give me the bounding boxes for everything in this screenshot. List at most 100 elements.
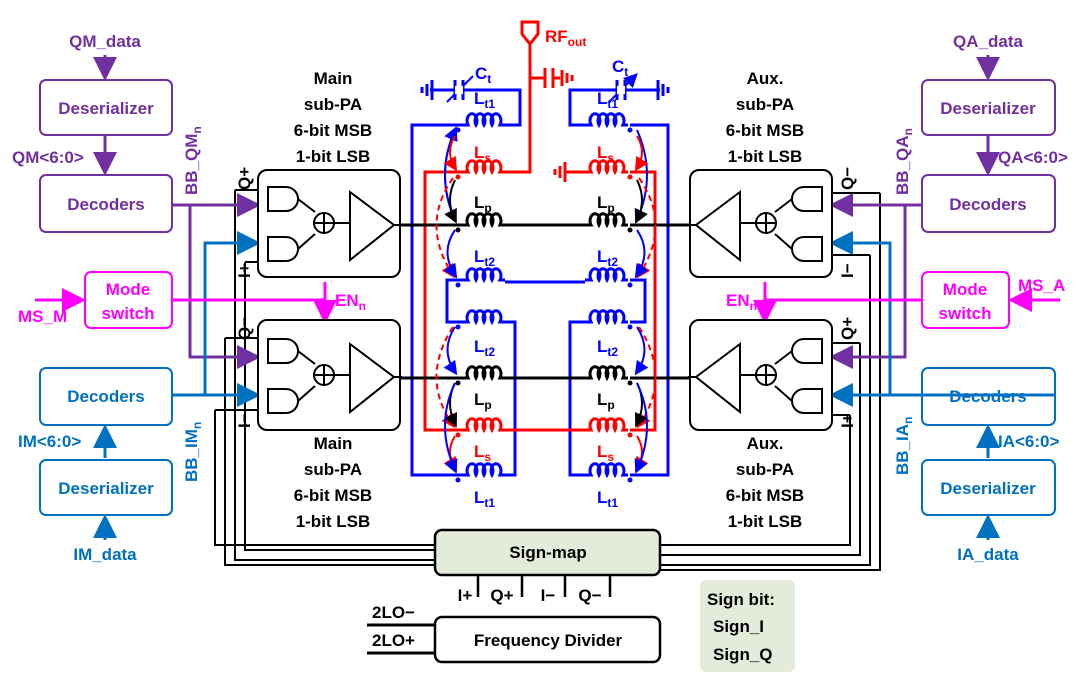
left-lt1-polarity-dot	[455, 127, 461, 133]
lo-minus-label: 2LO−	[372, 603, 415, 622]
right-lt1-inductor	[585, 112, 628, 129]
rf-out-pad	[520, 20, 540, 47]
aux-pa-bottom-title-2: sub-PA	[736, 460, 794, 479]
right-lt1-inductor	[585, 462, 628, 479]
pa-block-diagram: QM_data Deserializer QM<6:0> Decoders Mo…	[12, 20, 1068, 672]
left-lp-polarity-dot	[455, 380, 461, 386]
left-lp-inductor	[462, 365, 505, 382]
sign-bit-q: Sign_Q	[713, 645, 773, 664]
aux-upper-port-q: Q−	[838, 167, 857, 190]
left-ls-polarity-dot	[455, 432, 461, 438]
right-lp-polarity-dot	[627, 380, 633, 386]
left-lt1-polarity-dot	[455, 477, 461, 483]
right-lp-inductor	[585, 212, 628, 229]
left-lt2-label: Lt2	[474, 247, 495, 269]
aux-enable-label: ENn	[726, 291, 757, 313]
aux-pa-title-4: 1-bit LSB	[728, 147, 803, 166]
ct-right-label: Ct	[612, 57, 628, 79]
right-ls-label: Ls	[597, 442, 614, 464]
left-lt1-label: Lt1	[474, 89, 495, 111]
qa-data-label: QA_data	[953, 32, 1023, 51]
qa-decoders-label: Decoders	[949, 195, 1026, 214]
aux-lower-port-q: Q+	[838, 317, 857, 340]
qa-deserializer-label: Deserializer	[940, 99, 1036, 118]
left-ls-inductor	[462, 417, 505, 434]
output-combiner	[400, 20, 690, 477]
main-mode-switch-label-1: Mode	[106, 280, 150, 299]
main-mode-switch-label-2: switch	[102, 304, 155, 323]
left-lt2-inductor	[462, 309, 505, 326]
main-upper-port-i: I+	[235, 263, 254, 278]
main-pa-bottom-title-4: 1-bit LSB	[296, 512, 371, 531]
right-ls-polarity-dot	[627, 432, 633, 438]
ms-a-label: MS_A	[1018, 276, 1065, 295]
aux-upper-port-i: I−	[838, 263, 857, 278]
left-lt2-polarity-dot	[455, 282, 461, 288]
frequency-divider-label: Frequency Divider	[474, 631, 623, 650]
im-decoders-label: Decoders	[67, 387, 144, 406]
right-lt2-polarity-dot	[627, 324, 633, 330]
main-pa-bottom-title-3: 6-bit MSB	[294, 486, 372, 505]
right-lt2-inductor	[585, 267, 628, 284]
lo-phase-q-minus: Q−	[578, 586, 601, 605]
sign-bit-title: Sign bit:	[707, 590, 775, 609]
aux-lower-port-i: I+	[838, 413, 857, 428]
right-lt2-label: Lt2	[597, 247, 618, 269]
right-lp-label: Lp	[597, 193, 615, 215]
main-pa-title-4: 1-bit LSB	[296, 147, 371, 166]
qm-deserializer-label: Deserializer	[58, 99, 154, 118]
right-ls-polarity-dot	[627, 174, 633, 180]
right-lt2-inductor	[585, 309, 628, 326]
right-lt1-polarity-dot	[627, 127, 633, 133]
main-enable-label: ENn	[335, 291, 366, 313]
main-pa-bottom-title-2: sub-PA	[304, 460, 362, 479]
left-lt2-polarity-dot	[455, 324, 461, 330]
aux-pa-title-3: 6-bit MSB	[726, 121, 804, 140]
bb-im-label: BB_IMn	[182, 422, 204, 482]
aux-pa-bottom-title-3: 6-bit MSB	[726, 486, 804, 505]
right-ls-inductor	[585, 417, 628, 434]
ms-m-label: MS_M	[18, 307, 67, 326]
left-lp-inductor	[462, 212, 505, 229]
qm-bus-label: QM<6:0>	[12, 148, 84, 167]
right-lt2-label: Lt2	[597, 337, 618, 359]
main-pa-title-2: sub-PA	[304, 95, 362, 114]
right-lp-label: Lp	[597, 390, 615, 412]
aux-mode-switch-label-2: switch	[939, 304, 992, 323]
left-lt2-label: Lt2	[474, 337, 495, 359]
left-lt1-inductor	[462, 112, 505, 129]
sign-bit-i: Sign_I	[713, 617, 764, 636]
main-lower-port-q: Q−	[235, 317, 254, 340]
ia-data-label: IA_data	[957, 545, 1019, 564]
bb-ia-label: BB_IAn	[893, 417, 915, 475]
right-lt2-polarity-dot	[627, 282, 633, 288]
right-lp-polarity-dot	[627, 227, 633, 233]
ct-left-label: Ct	[475, 64, 491, 86]
left-lt1-label: Lt1	[474, 488, 495, 510]
im-bus-label: IM<6:0>	[18, 432, 81, 451]
lo-plus-label: 2LO+	[372, 631, 415, 650]
aux-pa-bottom-title-1: Aux.	[747, 434, 784, 453]
main-pa-title-1: Main	[314, 69, 353, 88]
im-deserializer-label: Deserializer	[58, 479, 154, 498]
left-lp-label: Lp	[474, 193, 492, 215]
sign-map-label: Sign-map	[509, 543, 586, 562]
qm-data-label: QM_data	[69, 32, 141, 51]
main-lower-port-i: I−	[235, 413, 254, 428]
aux-pa-title-2: sub-PA	[736, 95, 794, 114]
im-data-label: IM_data	[73, 545, 137, 564]
right-lt1-polarity-dot	[627, 477, 633, 483]
left-lp-polarity-dot	[455, 227, 461, 233]
qm-decoders-label: Decoders	[67, 195, 144, 214]
lo-phase-i-minus: I−	[541, 586, 556, 605]
rf-out-label: RFout	[545, 27, 586, 49]
aux-pa-bottom-title-4: 1-bit LSB	[728, 512, 803, 531]
left-lt1-inductor	[462, 462, 505, 479]
left-lp-label: Lp	[474, 390, 492, 412]
right-lt1-label: Lt1	[597, 89, 618, 111]
right-ls-label: Ls	[597, 143, 614, 165]
main-upper-port-q: Q+	[235, 167, 254, 190]
bb-qa-label: BB_QAn	[893, 128, 915, 195]
aux-pa-title-1: Aux.	[747, 69, 784, 88]
left-ls-label: Ls	[474, 143, 491, 165]
